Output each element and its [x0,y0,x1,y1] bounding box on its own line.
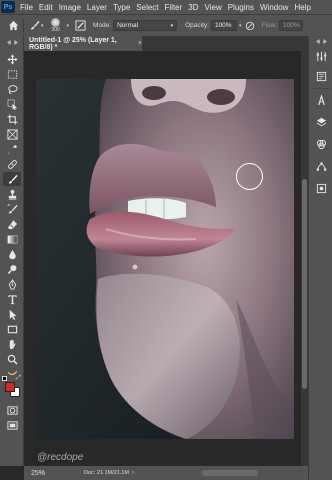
photoshop-window: Ps File Edit Image Layer Type Select Fil… [0,0,332,480]
brush-tool-preset-icon[interactable] [27,19,41,33]
menu-3d[interactable]: 3D [185,3,201,12]
divider [312,88,330,89]
menu-view[interactable]: View [202,3,225,12]
menu-plugins[interactable]: Plugins [225,3,257,12]
quick-mask-icon[interactable] [3,403,21,417]
menu-window[interactable]: Window [257,3,291,12]
status-menu-icon[interactable]: › [132,470,134,476]
chevron-down-icon: ▾ [170,22,174,29]
status-bar: 25% Doc: 21.1M/21.1M › [24,466,308,480]
brush-cursor [236,163,263,190]
flow-input[interactable]: 100% [279,20,303,31]
pen-tool-icon[interactable] [3,277,21,291]
object-select-tool-icon[interactable] [3,97,21,111]
close-tab-icon[interactable]: × [138,40,142,47]
home-icon[interactable] [6,19,20,33]
lasso-tool-icon[interactable] [3,82,21,96]
flow-value: 100% [283,22,300,29]
libraries-icon[interactable] [315,70,328,83]
photoshop-logo-icon[interactable]: Ps [1,1,15,13]
menu-type[interactable]: Type [110,3,133,12]
canvas-area[interactable] [24,51,308,466]
chevron-down-icon[interactable]: ▾ [41,23,44,29]
menu-filter[interactable]: Filter [162,3,186,12]
opacity-value: 100% [214,22,232,29]
path-selection-tool-icon[interactable] [3,307,21,321]
default-colors-icon[interactable] [2,376,7,381]
flow-label: Flow: [261,22,277,29]
mode-label: Mode: [93,22,112,29]
marquee-tool-icon[interactable] [3,67,21,81]
frame-tool-icon[interactable] [3,127,21,141]
tools-panel: ⤢ [0,36,24,466]
pressure-opacity-icon[interactable] [243,19,257,33]
document-tab-title: Untitled-1 @ 25% (Layer 1, RGB/8) * [29,36,117,51]
healing-brush-tool-icon[interactable] [3,157,21,171]
opacity-label: Opacity: [185,22,209,29]
menu-bar: Ps File Edit Image Layer Type Select Fil… [0,0,332,14]
menu-help[interactable]: Help [291,3,313,12]
brush-preset-picker[interactable]: 300 [47,17,65,35]
chevron-down-icon[interactable]: ▾ [67,23,70,29]
swap-colors-icon[interactable]: ⤢ [16,375,21,382]
paths-icon[interactable] [315,160,328,173]
horizontal-scrollbar-thumb[interactable] [202,470,258,476]
watermark-text: @recdope [37,452,84,463]
eyedropper-tool-icon[interactable] [3,142,21,156]
zoom-level[interactable]: 25% [24,470,84,477]
document-size: Doc: 21.1M/21.1M [84,470,129,476]
layers-icon[interactable] [315,116,328,129]
menu-select[interactable]: Select [133,3,161,12]
dodge-tool-icon[interactable] [3,262,21,276]
gradient-tool-icon[interactable] [3,232,21,246]
options-bar: ▾ 300 ▾ Mode: Normal ▾ Opacity: 100% ▾ F… [0,14,332,36]
properties-icon[interactable] [315,182,328,195]
adjustments-icon[interactable] [315,50,328,63]
brush-settings-icon[interactable] [73,19,87,33]
screen-mode-icon[interactable] [3,418,21,432]
vertical-scrollbar-thumb[interactable] [302,179,307,389]
document-tab[interactable]: Untitled-1 @ 25% (Layer 1, RGB/8) * × [24,36,142,51]
menu-image[interactable]: Image [56,3,84,12]
history-brush-tool-icon[interactable] [3,202,21,216]
move-tool-icon[interactable] [3,52,21,66]
type-tool-icon[interactable] [3,292,21,306]
opacity-input[interactable]: 100% [210,20,237,31]
hand-tool-icon[interactable] [3,337,21,351]
collapse-icon[interactable] [315,38,328,44]
paragraph-icon[interactable] [315,94,328,107]
foreground-color-swatch[interactable] [5,382,15,392]
mode-value: Normal [117,22,139,29]
mode-select[interactable]: Normal ▾ [113,20,178,31]
blur-tool-icon[interactable] [3,247,21,261]
toolbar-collapse-icon[interactable] [3,39,21,45]
channels-icon[interactable] [315,138,328,151]
brush-tip-icon [51,18,61,27]
zoom-tool-icon[interactable] [3,352,21,366]
eraser-tool-icon[interactable] [3,217,21,231]
clone-stamp-tool-icon[interactable] [3,187,21,201]
chevron-down-icon[interactable]: ▾ [239,23,242,29]
divider [23,18,24,33]
document-tab-bar: Untitled-1 @ 25% (Layer 1, RGB/8) * × [24,36,308,51]
brush-tool-icon[interactable] [3,172,21,186]
vertical-scrollbar[interactable] [301,51,308,466]
color-swatches: ⤢ [2,375,21,399]
rectangle-tool-icon[interactable] [3,322,21,336]
brush-size-value: 300 [51,27,60,33]
canvas-image[interactable] [36,79,294,439]
menu-edit[interactable]: Edit [36,3,56,12]
menu-layer[interactable]: Layer [84,3,110,12]
right-panel-dock [308,36,332,480]
portrait-photo [36,79,294,439]
crop-tool-icon[interactable] [3,112,21,126]
menu-file[interactable]: File [17,3,36,12]
